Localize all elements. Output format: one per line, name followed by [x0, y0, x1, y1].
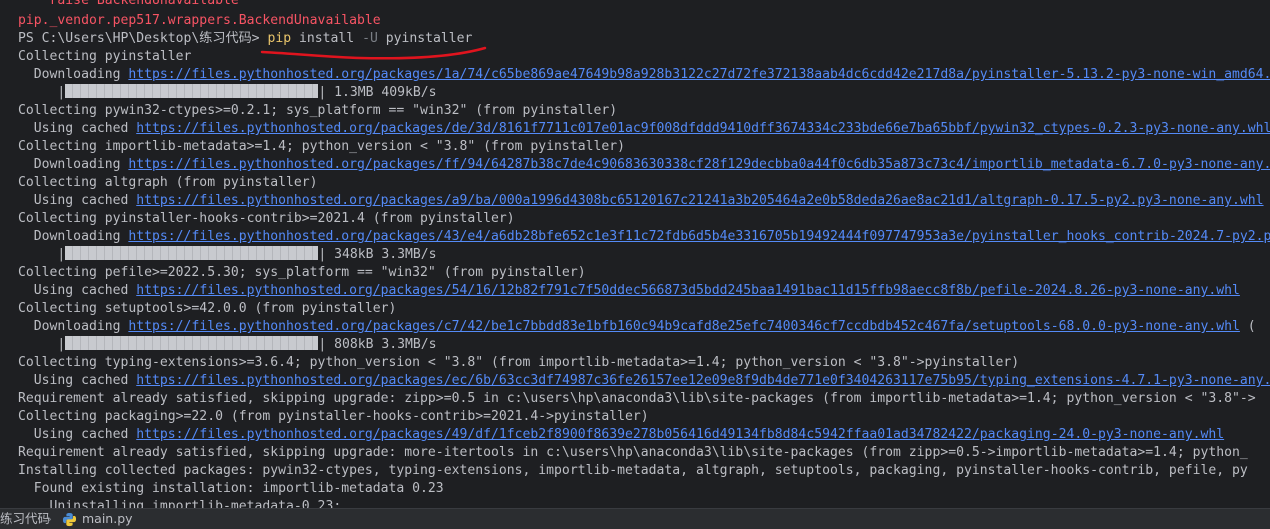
progress-line: | | 808kB 3.3MB/s — [18, 336, 437, 354]
line-prefix: Using cached — [18, 193, 137, 208]
progress-text: | 808kB 3.3MB/s — [318, 337, 437, 352]
status-bar: 练习代码 › main.py — [0, 508, 1270, 529]
terminal-line: Collecting packaging>=22.0 (from pyinsta… — [18, 409, 649, 424]
progress-bar — [65, 246, 319, 260]
line-prefix: | — [18, 247, 66, 262]
terminal-line: Downloading https://files.pythonhosted.o… — [18, 228, 1270, 246]
terminal-line: Using cached https://files.pythonhosted.… — [18, 282, 1240, 300]
terminal-line: Downloading https://files.pythonhosted.o… — [18, 318, 1256, 336]
terminal-line: Installing collected packages: pywin32-c… — [18, 463, 1248, 478]
progress-text: | 348kB 3.3MB/s — [318, 247, 437, 262]
progress-line: | | 348kB 3.3MB/s — [18, 246, 437, 264]
line-prefix: Using cached — [18, 427, 137, 442]
terminal-output[interactable]: raise BackendUnavailable pip._vendor.pep… — [0, 0, 1270, 508]
terminal-line: Using cached https://files.pythonhosted.… — [18, 192, 1264, 210]
package-link[interactable]: https://files.pythonhosted.org/packages/… — [136, 193, 1263, 208]
breadcrumb-file[interactable]: main.py — [82, 511, 133, 527]
package-link[interactable]: https://files.pythonhosted.org/packages/… — [128, 319, 1240, 334]
line-prefix: Using cached — [18, 373, 137, 388]
terminal-line: Uninstalling importlib-metadata-0.23: — [18, 499, 342, 508]
terminal-line: Requirement already satisfied, skipping … — [18, 445, 1248, 460]
terminal-line: Requirement already satisfied, skipping … — [18, 391, 1256, 406]
terminal-line: Collecting typing-extensions>=3.6.4; pyt… — [18, 355, 1020, 370]
terminal-line: Collecting pefile>=2022.5.30; sys_platfo… — [18, 265, 586, 280]
terminal-line: Collecting setuptools>=42.0.0 (from pyin… — [18, 301, 397, 316]
line-prefix: | — [18, 337, 66, 352]
red-underline-annotation — [260, 46, 487, 60]
terminal-line: Found existing installation: importlib-m… — [18, 481, 444, 496]
breadcrumb-separator: › — [47, 511, 52, 526]
terminal-line: Collecting importlib-metadata>=1.4; pyth… — [18, 139, 625, 154]
package-link[interactable]: https://files.pythonhosted.org/packages/… — [136, 283, 1240, 298]
line-prefix: Downloading — [18, 319, 129, 334]
terminal-line: Collecting altgraph (from pyinstaller) — [18, 175, 318, 190]
python-file-icon — [62, 512, 77, 527]
terminal-line: Collecting pyinstaller-hooks-contrib>=20… — [18, 211, 515, 226]
package-link[interactable]: https://files.pythonhosted.org/packages/… — [136, 427, 1224, 442]
line-prefix: Using cached — [18, 121, 137, 136]
package-link[interactable]: https://files.pythonhosted.org/packages/… — [128, 157, 1270, 172]
terminal-line: Downloading https://files.pythonhosted.o… — [18, 156, 1270, 174]
breadcrumb-folder[interactable]: 练习代码 — [0, 511, 50, 527]
line-tail: ( — [1239, 319, 1256, 334]
terminal-line: Using cached https://files.pythonhosted.… — [18, 426, 1224, 444]
line-prefix: Downloading — [18, 157, 129, 172]
line-prefix: Downloading — [18, 229, 129, 244]
package-link[interactable]: https://files.pythonhosted.org/packages/… — [128, 229, 1270, 244]
package-link[interactable]: https://files.pythonhosted.org/packages/… — [136, 373, 1270, 388]
terminal-line: Using cached https://files.pythonhosted.… — [18, 120, 1270, 138]
terminal-line: Using cached https://files.pythonhosted.… — [18, 372, 1270, 390]
line-prefix: Using cached — [18, 283, 137, 298]
package-link[interactable]: https://files.pythonhosted.org/packages/… — [136, 121, 1270, 136]
progress-bar — [65, 336, 319, 350]
